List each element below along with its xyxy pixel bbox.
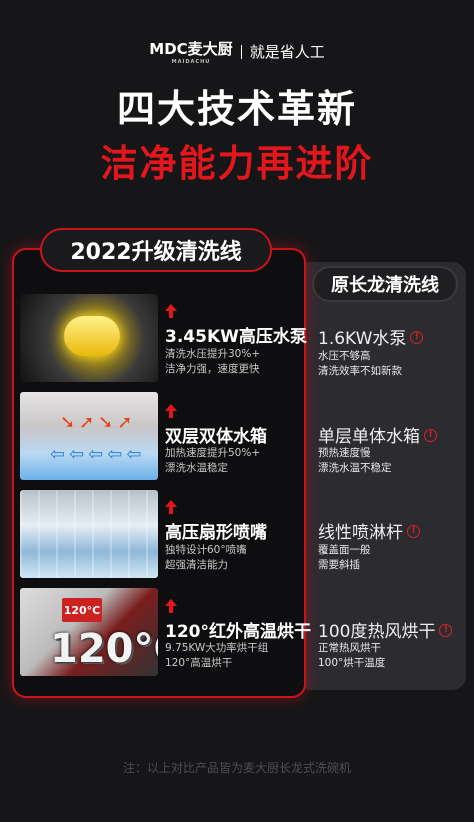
nozzle-image [20,490,158,578]
old-item-sub: 漂洗水温不稳定 [318,462,392,474]
up-arrow-icon [165,599,177,613]
old-line-label: 原长龙清洗线 [312,266,458,302]
warning-icon: ! [407,524,420,538]
old-item-title: 100度热风烘干! [318,617,453,642]
temp-display-small: 120°C [62,598,102,622]
heat-arrows-graphic: ➘➚➘➚ [60,412,137,433]
dryer-image: 120°C 120°C [20,588,158,676]
new-item-sub: 超强清洁能力 [165,559,228,571]
old-item-title: 单层单体水箱! [318,422,437,447]
old-item-sub: 覆盖面一般 [318,544,371,556]
old-item-sub: 100°烘干温度 [318,657,386,669]
footnote: 注：以上对比产品皆为麦大厨长龙式洗碗机 [122,761,351,775]
old-item-sub: 预热速度慢 [318,447,371,459]
up-arrow-icon [165,500,177,514]
warning-icon: ! [410,330,424,344]
old-item-title: 线性喷淋杆! [318,518,420,543]
old-item-title: 1.6KW水泵! [318,324,424,349]
old-item-sub: 清洗效率不如新款 [318,365,402,377]
old-item-sub: 正常热风烘干 [318,642,381,654]
brand-header: MDC麦大厨 MAIDACHU 就是省人工 [0,38,474,65]
new-line-label: 2022升级清洗线 [40,228,272,272]
old-item-sub: 水压不够高 [318,350,371,362]
headline-line2: 洁净能力再进阶 [100,142,374,185]
new-item-title: 3.45KW高压水泵 [165,327,307,347]
brand-divider [240,44,242,59]
new-item-sub: 120°高温烘干 [165,657,233,669]
new-item-title: 高压扇形喷嘴 [165,523,267,543]
pump-core-graphic [64,316,120,356]
water-arrows-graphic: ⇦⇦⇦⇦⇦ [50,444,146,465]
pump-image [20,294,158,382]
new-item-sub: 9.75KW大功率烘干组 [165,642,269,654]
new-item-title: 双层双体水箱 [165,427,267,447]
headline-line1: 四大技术革新 [116,87,357,131]
new-item-sub: 洁净力强，速度更快 [165,363,260,375]
brand-logo: MDC麦大厨 MAIDACHU [149,40,233,65]
new-item-sub: 漂洗水温稳定 [165,462,228,474]
water-tank-image: ➘➚➘➚ ⇦⇦⇦⇦⇦ [20,392,158,480]
new-item-sub: 加热速度提升50%+ [165,447,261,459]
warning-icon: ! [439,623,453,637]
new-item-sub: 清洗水压提升30%+ [165,348,261,360]
up-arrow-icon [165,304,177,318]
temp-display-big: 120°C [50,626,158,672]
up-arrow-icon [165,404,177,418]
old-item-sub: 需要斜插 [318,559,360,571]
new-item-sub: 独特设计60°喷嘴 [165,544,247,556]
spray-graphic [20,490,158,578]
brand-slogan: 就是省人工 [249,43,325,61]
warning-icon: ! [424,428,437,442]
new-item-title: 120°红外高温烘干 [165,622,311,642]
